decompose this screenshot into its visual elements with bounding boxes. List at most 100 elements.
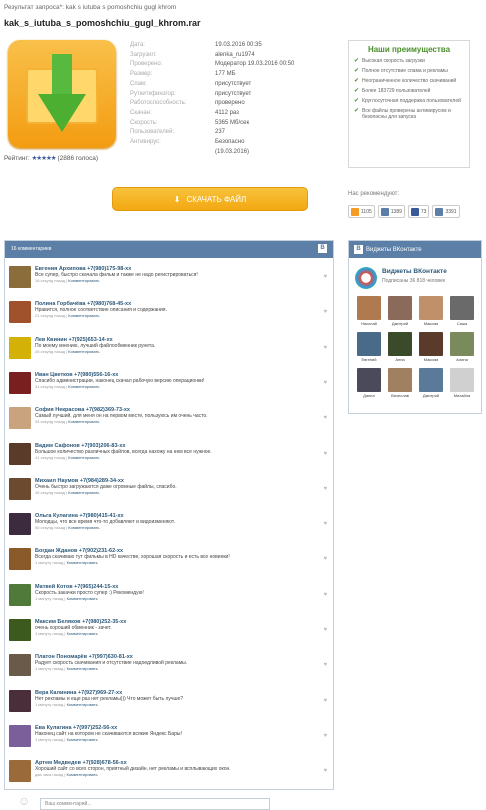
info-row: Антивирус: Безопасно bbox=[130, 138, 330, 148]
community-member[interactable]: Максим bbox=[418, 296, 444, 326]
community-member[interactable]: Анна bbox=[387, 332, 413, 362]
share-buttons: 1105 1389 73 3391 bbox=[348, 205, 460, 218]
advantage-text: Полное отсутствие спама и рекламы bbox=[362, 68, 448, 74]
member-photo[interactable] bbox=[388, 332, 412, 356]
reply-link[interactable]: Комментировать bbox=[67, 560, 98, 565]
community-member[interactable]: Дмитрий bbox=[418, 368, 444, 398]
avatar[interactable] bbox=[9, 477, 31, 500]
avatar[interactable] bbox=[9, 689, 31, 712]
like-heart-icon[interactable]: ♥ bbox=[323, 698, 327, 704]
reply-link[interactable]: Комментировать bbox=[67, 737, 98, 742]
like-heart-icon[interactable]: ♥ bbox=[323, 451, 327, 457]
member-name: Евгений bbox=[361, 357, 377, 362]
share-button[interactable]: 3391 bbox=[432, 205, 460, 218]
community-member[interactable]: Михайла bbox=[449, 368, 475, 398]
like-heart-icon[interactable]: ♥ bbox=[323, 309, 327, 315]
avatar[interactable] bbox=[9, 442, 31, 465]
advantages-title: Наши преимущества bbox=[367, 45, 451, 54]
avatar[interactable] bbox=[9, 583, 31, 606]
member-photo[interactable] bbox=[388, 368, 412, 392]
reply-link[interactable]: Комментировать bbox=[68, 525, 99, 530]
avatar[interactable] bbox=[9, 336, 31, 359]
like-heart-icon[interactable]: ♥ bbox=[323, 521, 327, 527]
rating-stars-icon[interactable]: ★★★★★ bbox=[31, 155, 56, 162]
vk-icon bbox=[380, 207, 389, 216]
member-photo[interactable] bbox=[388, 296, 412, 320]
community-member[interactable]: Данил bbox=[356, 368, 382, 398]
reply-link[interactable]: Комментировать bbox=[67, 666, 98, 671]
community-member[interactable]: Саша bbox=[449, 296, 475, 326]
like-heart-icon[interactable]: ♥ bbox=[323, 380, 327, 386]
like-heart-icon[interactable]: ♥ bbox=[323, 592, 327, 598]
avatar[interactable] bbox=[9, 760, 31, 783]
member-photo[interactable] bbox=[419, 296, 443, 320]
reply-link[interactable]: Комментировать bbox=[67, 631, 98, 636]
reply-link[interactable]: Комментировать bbox=[68, 278, 99, 283]
reply-link[interactable]: Комментировать bbox=[67, 596, 98, 601]
like-heart-icon[interactable]: ♥ bbox=[323, 768, 327, 774]
community-member[interactable]: Николай bbox=[356, 296, 382, 326]
member-photo[interactable] bbox=[357, 368, 381, 392]
reply-link[interactable]: Комментировать bbox=[68, 490, 99, 495]
reply-link[interactable]: Комментировать bbox=[68, 419, 99, 424]
member-photo[interactable] bbox=[450, 296, 474, 320]
like-heart-icon[interactable]: ♥ bbox=[323, 627, 327, 633]
like-heart-icon[interactable]: ♥ bbox=[323, 345, 327, 351]
like-heart-icon[interactable]: ♥ bbox=[323, 415, 327, 421]
advantage-item: ✔ Более 183729 пользователей bbox=[354, 88, 464, 94]
vk-community-widget: B Виджеты ВКонтакте Виджеты ВКонтакте По… bbox=[348, 240, 482, 414]
like-heart-icon[interactable]: ♥ bbox=[323, 733, 327, 739]
avatar[interactable] bbox=[9, 371, 31, 394]
member-photo[interactable] bbox=[357, 296, 381, 320]
avatar[interactable] bbox=[9, 548, 31, 571]
community-member[interactable]: Евгений bbox=[356, 332, 382, 362]
community-member[interactable]: Дмитрий bbox=[387, 296, 413, 326]
comment-time: 16 секунд назад bbox=[35, 278, 66, 283]
community-member[interactable]: Вячеслав bbox=[387, 368, 413, 398]
avatar[interactable] bbox=[9, 619, 31, 641]
share-button[interactable]: 1389 bbox=[377, 205, 405, 218]
info-value: присутствует bbox=[215, 80, 252, 87]
comment-time: 45 секунд назад bbox=[35, 489, 66, 495]
community-member[interactable]: Максим bbox=[418, 332, 444, 362]
like-heart-icon[interactable]: ♥ bbox=[323, 662, 327, 668]
like-heart-icon[interactable]: ♥ bbox=[323, 274, 327, 280]
community-title[interactable]: Виджеты ВКонтакте bbox=[382, 268, 447, 275]
member-photo[interactable] bbox=[419, 332, 443, 356]
member-name: Михайла bbox=[453, 393, 471, 398]
info-key: Загрузил: bbox=[130, 51, 157, 58]
member-photo[interactable] bbox=[450, 332, 474, 356]
share-button[interactable]: 73 bbox=[407, 205, 430, 218]
share-button[interactable]: 1105 bbox=[348, 205, 375, 218]
member-photo[interactable] bbox=[450, 368, 474, 392]
comment-time: 26 секунд назад bbox=[35, 348, 66, 354]
like-heart-icon[interactable]: ♥ bbox=[323, 556, 327, 562]
like-heart-icon[interactable]: ♥ bbox=[323, 486, 327, 492]
info-value: проверено bbox=[215, 100, 245, 107]
reply-link[interactable]: Комментировать bbox=[68, 313, 99, 318]
comment-time: 31 секунд назад bbox=[35, 383, 66, 389]
avatar[interactable] bbox=[9, 301, 31, 324]
reply-link[interactable]: Комментировать bbox=[68, 349, 99, 354]
download-button[interactable]: ⬇ СКАЧАТЬ ФАЙЛ bbox=[112, 187, 308, 211]
community-logo-icon[interactable] bbox=[355, 267, 377, 289]
member-photo[interactable] bbox=[419, 368, 443, 392]
avatar[interactable] bbox=[9, 724, 31, 747]
vk-square-icon bbox=[435, 207, 444, 216]
community-member[interactable]: Алина bbox=[449, 332, 475, 362]
comment-item: Михаил Наумов +7(984)289-34-xx Очень быст… bbox=[9, 477, 331, 508]
member-photo[interactable] bbox=[357, 332, 381, 356]
reply-link[interactable]: Комментировать bbox=[68, 455, 99, 460]
avatar[interactable] bbox=[9, 407, 31, 430]
info-key: Пользователей: bbox=[130, 129, 175, 136]
avatar[interactable] bbox=[9, 654, 31, 677]
comments-count: 16 комментариев bbox=[11, 246, 52, 252]
reply-link[interactable]: Комментировать bbox=[68, 384, 99, 389]
comment-time: 1 минуту назад bbox=[35, 701, 64, 707]
reply-link[interactable]: Комментировать bbox=[67, 702, 98, 707]
info-value: (19.03.2016) bbox=[215, 148, 250, 155]
reply-link[interactable]: Комментировать bbox=[66, 772, 97, 777]
avatar[interactable] bbox=[9, 513, 31, 536]
comment-input[interactable]: Ваш комментарий... bbox=[40, 798, 270, 810]
avatar[interactable] bbox=[9, 266, 31, 288]
